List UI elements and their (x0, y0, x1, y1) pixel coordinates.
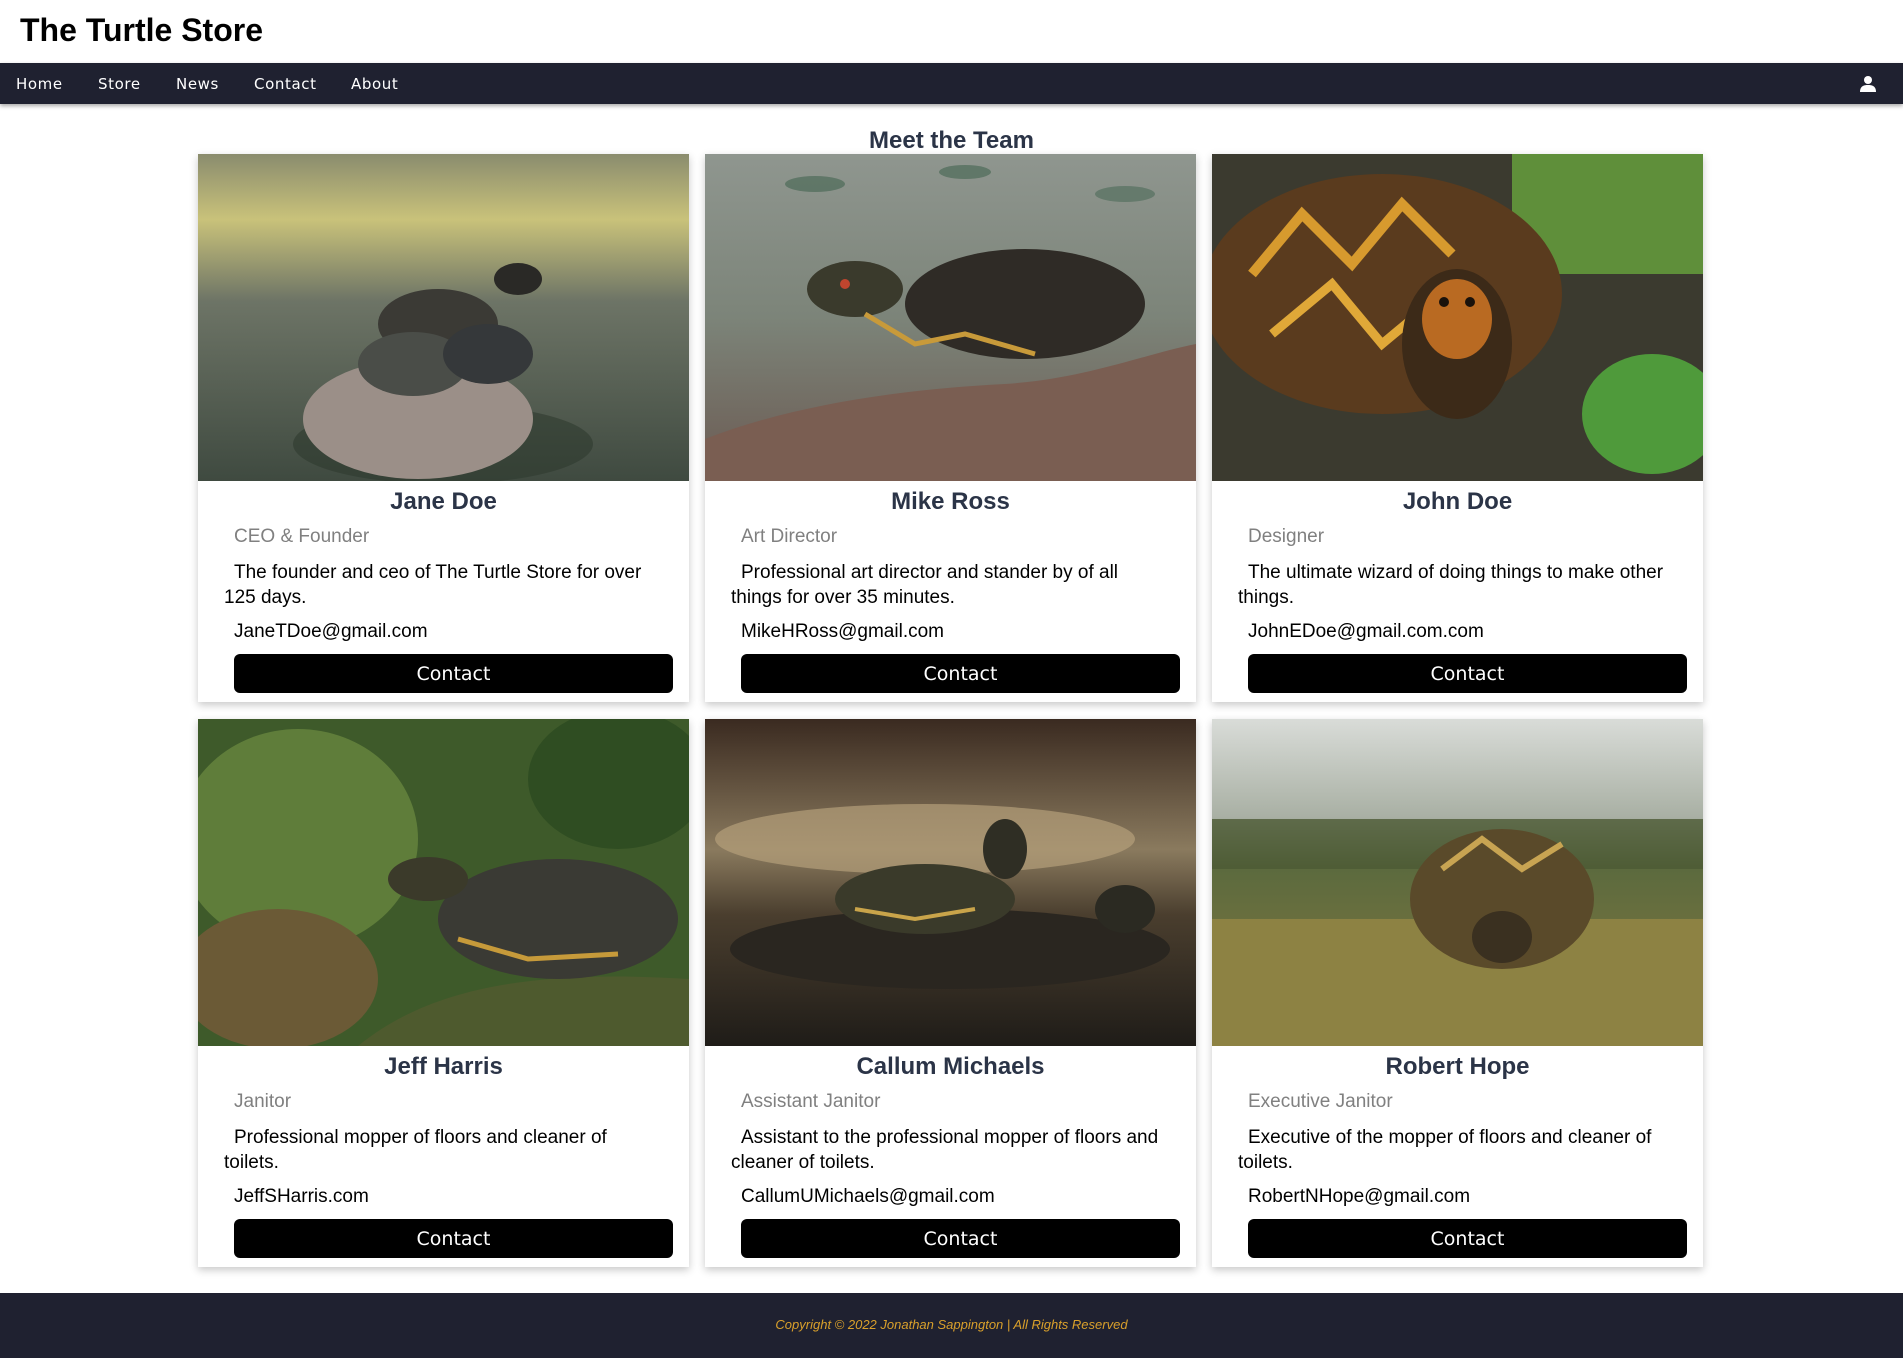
contact-button[interactable]: Contact (741, 1219, 1180, 1258)
team-card-callum-michaels: Callum Michaels Assistant Janitor Assist… (705, 719, 1196, 1267)
contact-button[interactable]: Contact (1248, 1219, 1687, 1258)
member-name: John Doe (1402, 488, 1513, 515)
team-photo (705, 719, 1196, 1046)
contact-button[interactable]: Contact (741, 654, 1180, 693)
nav-home[interactable]: Home (16, 63, 63, 104)
top-navbar: Home Store News Contact About (0, 63, 1903, 104)
section-title: Meet the Team (869, 127, 1034, 154)
member-description: Professional mopper of floors and cleane… (224, 1127, 607, 1173)
contact-button[interactable]: Contact (234, 654, 673, 693)
member-email: RobertNHope@gmail.com (1248, 1186, 1471, 1207)
team-card-robert-hope: Robert Hope Executive Janitor Executive … (1212, 719, 1703, 1267)
site-title: The Turtle Store (20, 12, 263, 48)
member-email: JaneTDoe@gmail.com (234, 621, 428, 642)
member-description: The founder and ceo of The Turtle Store … (224, 562, 642, 608)
member-role: CEO & Founder (234, 526, 370, 547)
member-description: Assistant to the professional mopper of … (731, 1127, 1159, 1173)
team-card-john-doe: John Doe Designer The ultimate wizard of… (1212, 154, 1703, 702)
member-description: The ultimate wizard of doing things to m… (1238, 562, 1664, 608)
team-card-jane-doe: Jane Doe CEO & Founder The founder and c… (198, 154, 689, 702)
member-name: Robert Hope (1385, 1053, 1530, 1080)
team-photo (1212, 154, 1703, 481)
team-card-mike-ross: Mike Ross Art Director Professional art … (705, 154, 1196, 702)
team-photo (705, 154, 1196, 481)
nav-contact[interactable]: Contact (254, 63, 317, 104)
member-role: Designer (1248, 526, 1325, 547)
member-role: Assistant Janitor (741, 1091, 881, 1112)
member-email: JeffSHarris.com (234, 1186, 369, 1207)
member-email: JohnEDoe@gmail.com.com (1248, 621, 1484, 642)
team-photo (1212, 719, 1703, 1046)
member-name: Jeff Harris (384, 1053, 503, 1080)
nav-store[interactable]: Store (98, 63, 141, 104)
member-name: Callum Michaels (856, 1053, 1045, 1080)
footer: Copyright © 2022 Jonathan Sappington | A… (0, 1293, 1903, 1358)
team-card-jeff-harris: Jeff Harris Janitor Professional mopper … (198, 719, 689, 1267)
member-role: Janitor (234, 1091, 292, 1112)
user-icon[interactable] (1859, 75, 1877, 93)
member-role: Executive Janitor (1248, 1091, 1393, 1112)
team-photo (198, 719, 689, 1046)
copyright-text: Copyright © 2022 Jonathan Sappington | A… (775, 1317, 1128, 1332)
contact-button[interactable]: Contact (234, 1219, 673, 1258)
member-email: MikeHRoss@gmail.com (741, 621, 944, 642)
member-name: Mike Ross (891, 488, 1010, 515)
nav-news[interactable]: News (176, 63, 219, 104)
nav-about[interactable]: About (351, 63, 398, 104)
contact-button[interactable]: Contact (1248, 654, 1687, 693)
team-photo (198, 154, 689, 481)
member-role: Art Director (741, 526, 838, 547)
member-description: Executive of the mopper of floors and cl… (1238, 1127, 1652, 1173)
member-name: Jane Doe (390, 488, 497, 515)
member-description: Professional art director and stander by… (731, 562, 1119, 608)
member-email: CallumUMichaels@gmail.com (741, 1186, 995, 1207)
